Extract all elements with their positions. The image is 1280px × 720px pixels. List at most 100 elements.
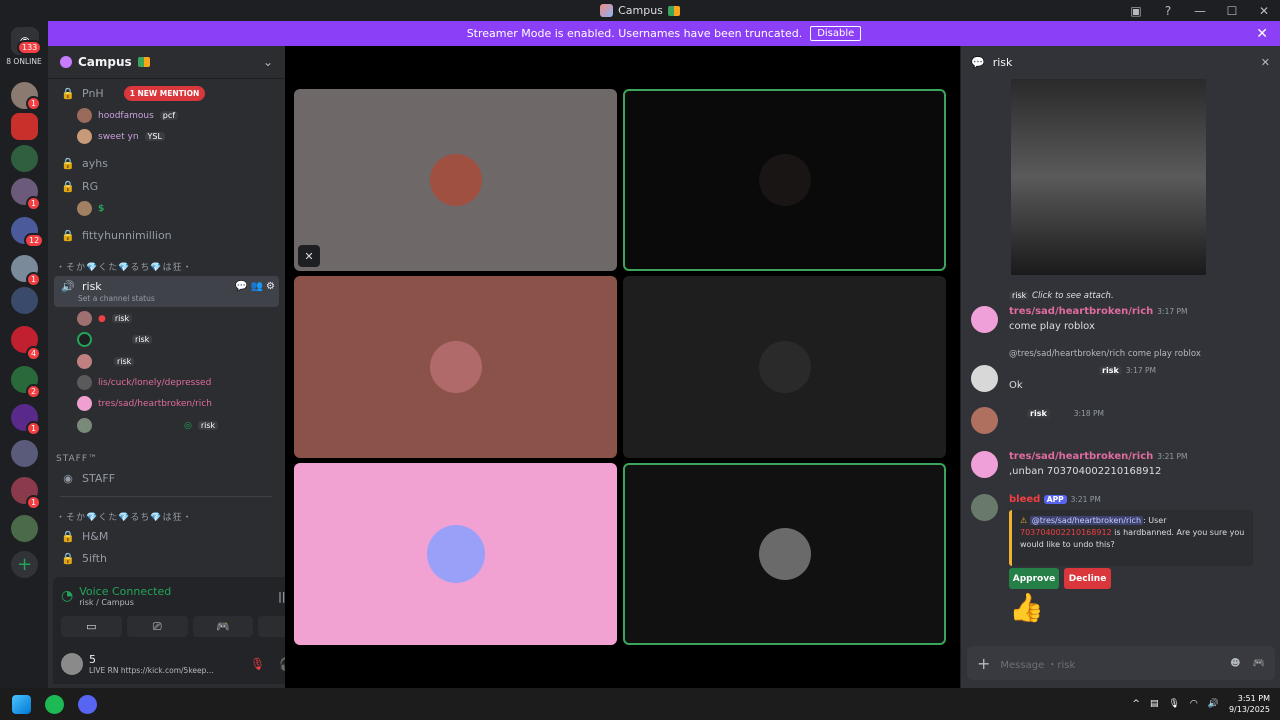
participant-tile[interactable]: [294, 276, 617, 458]
server-icon[interactable]: [11, 515, 38, 542]
reply-preview[interactable]: @tres/sad/heartbroken/rich come play rob…: [1009, 349, 1201, 359]
mute-icon[interactable]: 🎙: [250, 657, 265, 671]
server-header[interactable]: Campus ⌄: [48, 46, 285, 79]
channel-rg[interactable]: 🔒 RG: [56, 176, 278, 196]
avatar[interactable]: [61, 653, 83, 675]
home-badge: 133: [17, 40, 43, 55]
server-icon[interactable]: [11, 440, 38, 467]
attach-link[interactable]: Click to see attach.: [1032, 291, 1114, 301]
add-server-button[interactable]: +: [11, 551, 38, 578]
image-attachment[interactable]: [1011, 79, 1206, 275]
start-icon[interactable]: [12, 694, 31, 714]
channel-actions[interactable]: 💬👥⚙: [235, 281, 278, 292]
avatar: [77, 311, 92, 326]
channel-risk[interactable]: 🔊 risk 💬👥⚙: [56, 276, 278, 296]
message-input[interactable]: Message ・risk: [1000, 656, 1075, 671]
video-grid: ✕: [285, 46, 960, 688]
disable-button[interactable]: Disable: [810, 26, 862, 41]
wifi-icon[interactable]: ◠: [1190, 699, 1198, 709]
unread-badge: 12: [24, 233, 45, 248]
discord-icon[interactable]: [78, 694, 97, 714]
maximize-button[interactable]: ☐: [1216, 4, 1248, 18]
voice-user[interactable]: ◎ risk: [77, 416, 219, 435]
help-icon[interactable]: ?: [1152, 4, 1184, 18]
chevron-down-icon[interactable]: ⌄: [263, 55, 273, 69]
channel-staff[interactable]: ◉ STAFF: [56, 468, 278, 488]
screen-share-button[interactable]: ⎚: [126, 616, 188, 637]
server-icon[interactable]: [11, 145, 38, 172]
emoji-icon[interactable]: ☻: [1230, 658, 1240, 669]
channel-label: ayhs: [82, 156, 108, 170]
server-icon[interactable]: [11, 287, 38, 314]
message-composer[interactable]: + Message ・risk ☻ 🎮: [967, 646, 1275, 680]
channel-pnh[interactable]: 🔒 PnH 1 NEW MENTION: [56, 83, 278, 103]
avatar[interactable]: [971, 451, 998, 478]
voice-location[interactable]: risk / Campus: [79, 598, 171, 607]
close-button[interactable]: ✕: [1248, 4, 1280, 18]
custom-status: LIVE RN https://kick.com/5keep...: [89, 666, 214, 675]
camera-button[interactable]: ▭: [61, 616, 122, 637]
reply-preview[interactable]: risk Click to see attach.: [1009, 291, 1114, 301]
signal-icon[interactable]: ◔: [61, 588, 73, 604]
add-attachment-icon[interactable]: +: [977, 654, 990, 673]
participant-tile[interactable]: ✕: [294, 89, 617, 271]
voice-user[interactable]: lis/cuck/lonely/depressed: [77, 373, 211, 392]
server-icon[interactable]: [11, 113, 38, 140]
avatar[interactable]: [971, 306, 998, 333]
channel-status[interactable]: Set a channel status: [78, 294, 155, 303]
clan-tag: risk: [132, 335, 153, 344]
avatar[interactable]: [971, 365, 998, 392]
participant-tile[interactable]: [623, 89, 946, 271]
avatar[interactable]: [971, 407, 998, 434]
unread-badge: 1: [26, 272, 42, 287]
voice-user[interactable]: sweet yn YSL: [77, 127, 165, 146]
chevron-up-icon[interactable]: ^: [1132, 699, 1140, 709]
user-mention[interactable]: @tres/sad/heartbroken/rich: [1029, 516, 1144, 525]
channel-fittyhunnimillion[interactable]: 🔒 fittyhunnimillion: [56, 225, 278, 245]
close-icon[interactable]: ✕: [1256, 26, 1268, 42]
spotify-icon[interactable]: [45, 694, 64, 714]
noise-suppression-icon[interactable]: |||: [278, 590, 285, 603]
inbox-icon[interactable]: ▣: [1120, 4, 1152, 18]
close-icon[interactable]: ✕: [1261, 56, 1270, 69]
activity-button[interactable]: 🎮: [192, 616, 254, 637]
channel-5ifth[interactable]: 🔒 5ifth: [56, 548, 278, 568]
voice-status[interactable]: Voice Connected: [79, 585, 171, 598]
category-header[interactable]: ・そか💎くた💎るち💎は狂・: [56, 260, 193, 273]
voice-user[interactable]: tres/sad/heartbroken/rich: [77, 394, 212, 413]
voice-user[interactable]: $: [77, 199, 104, 218]
channel-ayhs[interactable]: 🔒 ayhs: [56, 153, 278, 173]
message-author[interactable]: tres/sad/heartbroken/rich 3:21 PM: [1009, 451, 1188, 462]
activity-icon[interactable]: 🎮: [1253, 658, 1265, 669]
channel-hm[interactable]: 🔒 H&M: [56, 526, 278, 546]
message-author[interactable]: tres/sad/heartbroken/rich 3:17 PM: [1009, 306, 1188, 317]
decline-button[interactable]: Decline: [1064, 568, 1111, 589]
voice-user[interactable]: risk: [77, 330, 153, 349]
mention-badge[interactable]: 1 NEW MENTION: [123, 85, 206, 101]
participant-tile[interactable]: [623, 276, 946, 458]
participant-tile[interactable]: [623, 463, 946, 645]
username[interactable]: 5: [89, 653, 214, 666]
clock[interactable]: 3:51 PM 9/13/2025: [1229, 693, 1270, 715]
message-author[interactable]: risk 3:18 PM: [1009, 408, 1104, 419]
voice-user[interactable]: ● risk: [77, 309, 133, 328]
category-header[interactable]: ・そか💎くた💎るち💎は狂・: [56, 510, 193, 523]
message-author[interactable]: risk 3:17 PM: [1009, 365, 1156, 376]
minimize-button[interactable]: —: [1184, 4, 1216, 18]
avatar: [429, 154, 482, 206]
unread-badge: 1: [26, 96, 42, 111]
message: tres/sad/heartbroken/rich 3:21 PM ,unban …: [971, 451, 1271, 486]
avatar: [77, 108, 92, 123]
staff-category[interactable]: STAFF™: [56, 454, 98, 464]
voice-user[interactable]: hoodfamous pcf: [77, 106, 179, 125]
message-author[interactable]: bleed APP 3:21 PM: [1009, 494, 1101, 505]
voice-user[interactable]: risk: [77, 352, 135, 371]
network-icon[interactable]: ▤: [1150, 699, 1159, 709]
participant-tile[interactable]: [294, 463, 617, 645]
volume-icon[interactable]: 🔊: [1208, 699, 1219, 709]
approve-button[interactable]: Approve: [1009, 568, 1059, 589]
microphone-icon[interactable]: 🎙: [1168, 699, 1179, 709]
avatar[interactable]: [971, 494, 998, 521]
warning-icon: ⚠: [1020, 516, 1028, 525]
soundboard-button[interactable]: ✧: [258, 616, 285, 637]
